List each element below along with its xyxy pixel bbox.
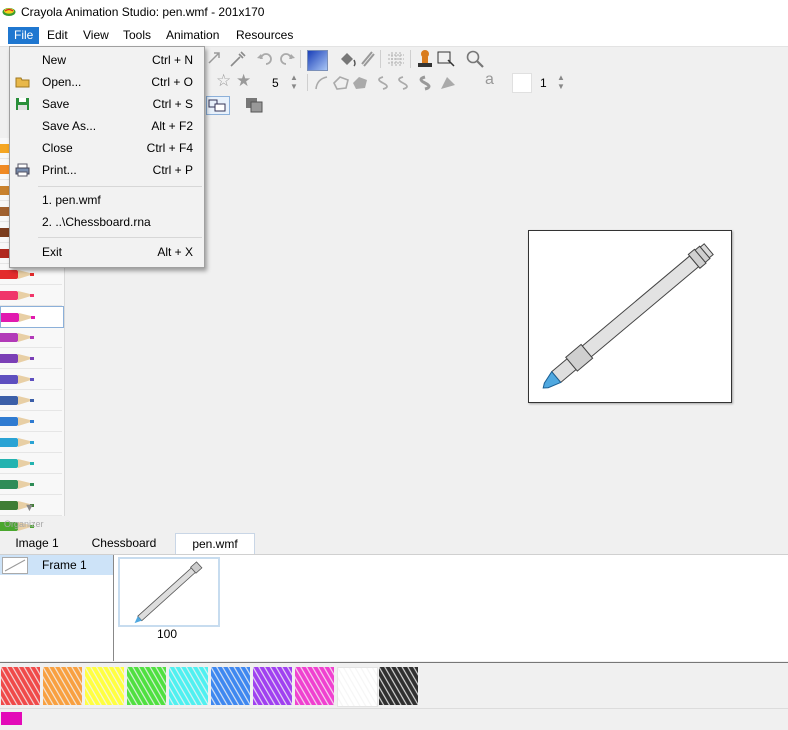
pencil-color-item[interactable] <box>0 411 62 432</box>
menu-item-open[interactable]: Open... Ctrl + O <box>10 71 204 93</box>
organizer-label: Organizer <box>4 519 44 529</box>
title-bar: Crayola Animation Studio: pen.wmf - 201x… <box>0 0 788 24</box>
eraser-icon[interactable] <box>360 50 376 68</box>
frame-thumbnail-icon <box>2 557 28 574</box>
text-style-icon[interactable]: a <box>485 71 494 89</box>
drawing-canvas[interactable] <box>528 230 732 403</box>
fill-bucket-icon[interactable] <box>338 50 358 68</box>
crayola-logo-icon <box>2 8 16 16</box>
status-bar <box>0 708 788 730</box>
color-swatch[interactable] <box>253 667 292 705</box>
color-swatch[interactable] <box>169 667 208 705</box>
color-swatch[interactable] <box>1 667 40 705</box>
menu-item-save-as[interactable]: Save As... Alt + F2 <box>10 115 204 137</box>
menu-item-new[interactable]: New Ctrl + N <box>10 49 204 71</box>
shape-tools-icons[interactable] <box>313 73 463 92</box>
color-swatch[interactable] <box>295 667 334 705</box>
pencil-color-item[interactable] <box>0 327 62 348</box>
transparent-mode-icon[interactable] <box>206 96 230 115</box>
frames-list: Frame 1 <box>0 555 114 661</box>
menu-item-print[interactable]: Print... Ctrl + P <box>10 159 204 181</box>
menu-resources[interactable]: Resources <box>230 27 299 44</box>
pencil-color-item[interactable] <box>0 306 64 328</box>
pen-drawing <box>542 243 714 389</box>
tab-pen-wmf[interactable]: pen.wmf <box>175 533 255 554</box>
menu-item-recent-2[interactable]: 2. ..\Chessboard.rna <box>10 211 204 233</box>
star-points-spinner-icon[interactable]: ▲ ▼ <box>290 73 298 91</box>
gradient-fill-icon[interactable] <box>307 50 328 71</box>
scroll-down-icon[interactable]: ▼ <box>24 502 35 514</box>
pencil-color-item[interactable] <box>0 369 62 390</box>
floppy-icon <box>16 98 29 110</box>
pencil-color-item[interactable] <box>0 348 62 369</box>
pencil-color-item[interactable] <box>0 453 62 474</box>
color-swatch-bar <box>0 662 788 709</box>
menu-animation[interactable]: Animation <box>160 27 225 44</box>
menu-item-save[interactable]: Save Ctrl + S <box>10 93 204 115</box>
organizer-tabs: Image 1 Chessboard pen.wmf <box>0 531 788 555</box>
line-width-value: 1 <box>540 76 547 90</box>
menu-bar: File Edit View Tools Animation Resources <box>0 24 788 47</box>
pencil-color-item[interactable] <box>0 285 62 306</box>
pencil-color-item[interactable] <box>0 432 62 453</box>
menu-file[interactable]: File <box>8 27 40 44</box>
undo-icon[interactable] <box>256 50 274 68</box>
resize-icon[interactable] <box>207 51 221 65</box>
color-swatch[interactable] <box>379 667 418 705</box>
menu-separator <box>38 186 202 187</box>
stamp-icon[interactable] <box>416 49 434 69</box>
opaque-mode-icon[interactable] <box>243 96 265 114</box>
tab-chessboard[interactable]: Chessboard <box>84 533 164 553</box>
color-swatch[interactable] <box>85 667 124 705</box>
menu-item-exit[interactable]: Exit Alt + X <box>10 241 204 263</box>
color-swatch[interactable] <box>127 667 166 705</box>
menu-item-recent-1[interactable]: 1. pen.wmf <box>10 189 204 211</box>
color-swatch[interactable] <box>43 667 82 705</box>
pen-thumbnail-image <box>134 561 203 624</box>
redo-icon[interactable] <box>278 50 296 68</box>
menu-separator <box>38 237 202 238</box>
window-title: Crayola Animation Studio: pen.wmf - 201x… <box>21 5 265 19</box>
zoom-icon[interactable] <box>465 49 485 69</box>
frame-list-item[interactable]: Frame 1 <box>0 555 113 575</box>
menu-edit[interactable]: Edit <box>41 27 74 44</box>
frame-duration: 100 <box>156 627 178 641</box>
color-swatch[interactable] <box>337 667 378 707</box>
menu-item-close[interactable]: Close Ctrl + F4 <box>10 137 204 159</box>
frame-label: Frame 1 <box>42 558 87 572</box>
star-filled-icon[interactable]: ★ <box>236 71 251 91</box>
color-swatch[interactable] <box>211 667 250 705</box>
menu-view[interactable]: View <box>77 27 115 44</box>
file-menu-dropdown: New Ctrl + N Open... Ctrl + O Save Ctrl … <box>9 46 205 268</box>
star-outline-icon[interactable]: ☆ <box>216 71 231 91</box>
eyedropper-icon[interactable] <box>229 50 247 68</box>
pencil-color-item[interactable] <box>0 474 62 495</box>
thumbnail-pane: 100 <box>114 555 788 661</box>
printer-icon <box>15 163 30 177</box>
current-color-indicator <box>1 712 22 725</box>
star-points-value: 5 <box>272 76 279 90</box>
grid-icon[interactable] <box>386 50 406 68</box>
select-icon[interactable] <box>436 50 456 68</box>
frame-thumbnail[interactable] <box>118 557 220 627</box>
blank-swatch-icon[interactable] <box>512 73 532 93</box>
menu-tools[interactable]: Tools <box>117 27 157 44</box>
tab-image-1[interactable]: Image 1 <box>4 533 70 553</box>
pencil-color-item[interactable] <box>0 390 62 411</box>
folder-icon <box>15 77 30 88</box>
line-width-spinner-icon[interactable]: ▲ ▼ <box>557 73 565 91</box>
